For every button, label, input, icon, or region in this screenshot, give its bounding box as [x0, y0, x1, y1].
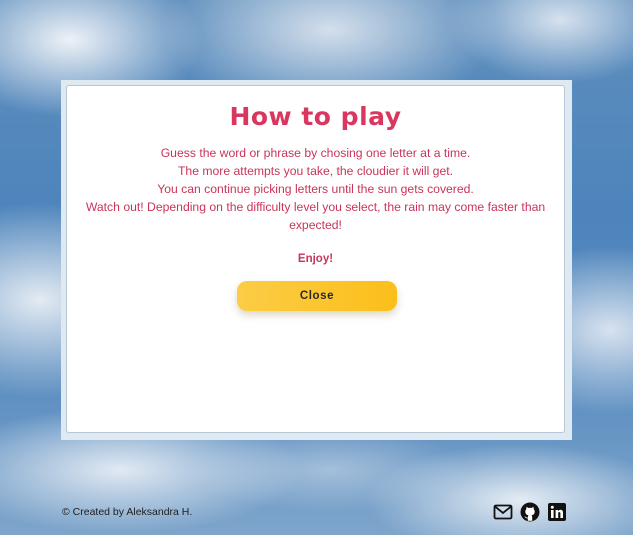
- instructions: Guess the word or phrase by chosing one …: [67, 144, 564, 234]
- instruction-line: The more attempts you take, the cloudier…: [177, 164, 454, 178]
- dialog-title: How to play: [229, 102, 402, 131]
- close-button[interactable]: Close: [237, 281, 397, 311]
- github-icon[interactable]: [520, 502, 540, 522]
- envelope-icon[interactable]: [493, 502, 513, 522]
- linkedin-icon[interactable]: [547, 502, 567, 522]
- instruction-line: Guess the word or phrase by chosing one …: [160, 146, 471, 160]
- footer-credit: © Created by Aleksandra H.: [62, 506, 193, 518]
- instruction-line: You can continue picking letters until t…: [157, 182, 474, 196]
- instruction-line: Watch out! Depending on the difficulty l…: [85, 200, 546, 232]
- how-to-play-dialog: How to play Guess the word or phrase by …: [61, 80, 572, 440]
- dialog-content: How to play Guess the word or phrase by …: [66, 85, 565, 433]
- enjoy-text: Enjoy!: [297, 253, 334, 265]
